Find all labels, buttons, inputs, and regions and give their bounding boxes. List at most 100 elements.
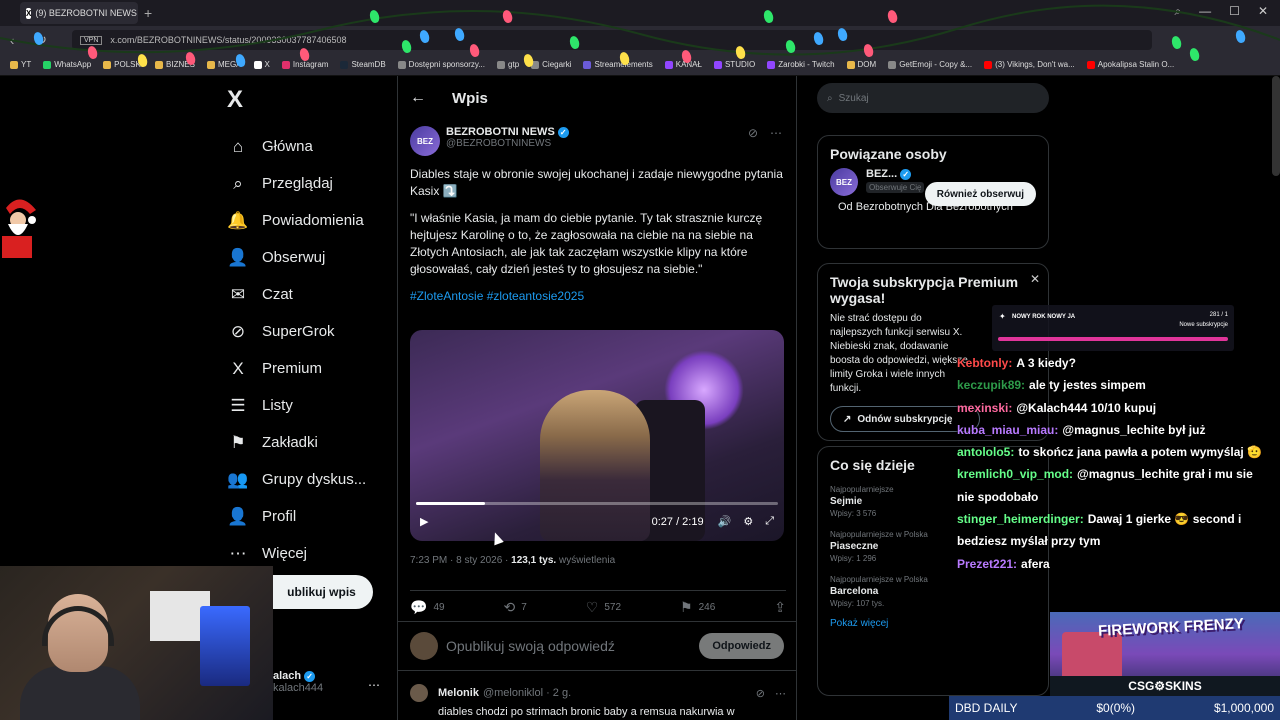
chat-user: Prezet221: — [957, 556, 1018, 571]
reply-author-handle: @meloniklol · 2 g. — [482, 687, 572, 699]
share-icon: ⇪ — [774, 599, 786, 615]
verified-icon: ✓ — [900, 168, 912, 180]
nav-item-label: Listy — [262, 397, 293, 414]
show-more-link[interactable]: Pokaż więcej — [818, 614, 1048, 637]
avatar[interactable]: BEZ — [830, 168, 858, 196]
nav-item-premium[interactable]: X Premium — [227, 350, 366, 387]
nav-item-communities[interactable]: 👥 Grupy dyskus... — [227, 461, 366, 498]
santa-icon — [2, 199, 36, 258]
related-name: BEZ... ✓ — [866, 168, 924, 180]
settings-icon[interactable]: ⚙ — [743, 515, 753, 528]
nav-item-follow[interactable]: 👤 Obserwuj — [227, 239, 366, 276]
tweet-author[interactable]: BEZ BEZROBOTNI NEWS ✓ @BEZROBOTNINEWS — [410, 126, 569, 156]
nav-item-label: Profil — [262, 508, 297, 525]
reply-submit-button[interactable]: Odpowiedz — [699, 633, 784, 659]
list-icon: ☰ — [230, 395, 246, 415]
more-icon[interactable]: ⋯ — [775, 687, 786, 700]
close-icon[interactable]: ✕ — [1030, 272, 1040, 286]
nav-item-profile[interactable]: 👤 Profil — [227, 498, 366, 535]
related-people-card: Powiązane osoby BEZ BEZ... ✓ Obserwuje Ci… — [817, 135, 1049, 249]
avatar[interactable] — [410, 684, 428, 702]
nav-item-home[interactable]: ⌂ Główna — [227, 128, 366, 165]
arrow-icon: ↗ — [843, 413, 852, 425]
chat-message: Kebtonly: A 3 kiedy? — [957, 356, 1076, 370]
search-placeholder: Szukaj — [838, 92, 869, 104]
goal-progress-bar — [998, 337, 1228, 341]
tweet-text: Diables staje w obronie swojej ukochanej… — [410, 166, 786, 315]
nav-item-bookmarks[interactable]: ⚑ Zakładki — [227, 424, 366, 461]
trend-item[interactable]: Najpopularniejsze w Polska Barcelona Wpi… — [818, 569, 1048, 614]
reply-author-name[interactable]: Melonik — [438, 687, 479, 699]
author-handle[interactable]: @BEZROBOTNINEWS — [446, 138, 569, 149]
author-name[interactable]: BEZROBOTNI NEWS ✓ — [446, 126, 569, 138]
chat-user: antololo5: — [957, 445, 1015, 460]
video-time: 0:27 / 2:19 — [651, 515, 704, 528]
x-logo-icon[interactable]: X — [227, 86, 243, 114]
webcam-pc — [200, 606, 250, 686]
back-arrow-icon[interactable]: ← — [410, 89, 426, 107]
sponsor-banner: FIREWORK FRENZY CSG⚙SKINS — [1050, 612, 1280, 696]
chat-user: kuba_miau_miau: — [957, 422, 1059, 437]
streamer-webcam — [0, 566, 273, 720]
search-input[interactable]: ⌕ Szukaj — [817, 83, 1049, 113]
nav-item-supergrok[interactable]: ⊘ SuperGrok — [227, 313, 366, 350]
repost-button[interactable]: ⟲ 7 — [504, 599, 527, 616]
chat-message: stinger_heimerdinger: Dawaj 1 gierke 😎 se… — [957, 512, 1242, 549]
page-scrollbar[interactable] — [1272, 76, 1280, 176]
profile-handle: kalach444 — [273, 682, 324, 694]
repost-icon: ⟲ — [503, 599, 516, 615]
reply-tweet[interactable]: Melonik @meloniklol · 2 g. ⊘ ⋯ diables ch… — [410, 684, 786, 718]
nav-item-label: Powiadomienia — [262, 212, 364, 229]
nav-item-label: Grupy dyskus... — [262, 471, 367, 488]
people-icon: 👥 — [227, 469, 249, 489]
fullscreen-icon[interactable]: ⤢ — [765, 515, 774, 528]
bell-icon: 🔔 — [227, 210, 249, 230]
chat-user: Kebtonly: — [957, 356, 1013, 370]
nav-item-notifications[interactable]: 🔔 Powiadomienia — [227, 202, 366, 239]
page-title: Wpis — [452, 89, 488, 107]
tweet-actions-top: ⊘ ⋯ — [748, 126, 782, 140]
verified-icon: ✓ — [304, 670, 316, 682]
chat-user: stinger_heimerdinger: — [957, 512, 1084, 527]
nav-item-chat[interactable]: ✉ Czat — [227, 276, 366, 313]
nav-item-lists[interactable]: ☰ Listy — [227, 387, 366, 424]
search-icon: ⌕ — [827, 92, 833, 104]
grok-icon: ⊘ — [230, 321, 246, 341]
reply-button[interactable]: 💬 49 — [410, 599, 445, 616]
video-player[interactable]: ▶ 0:27 / 2:19 🔊 ⚙ ⤢ — [410, 330, 784, 541]
x-icon: X — [232, 358, 244, 378]
chat-message: kremlich0_vip_mod: @magnus_lechite grał i… — [957, 467, 1253, 504]
sponsor-name: CSG⚙SKINS — [1050, 676, 1280, 696]
stream-chat: Kebtonly: A 3 kiedy? keczupik89: ale ty je… — [957, 352, 1272, 575]
nav-item-explore[interactable]: ⌕ Przeglądaj — [227, 165, 366, 202]
bookmark-button[interactable]: ⚑ 246 — [680, 599, 715, 616]
reply-text: diables chodzi po strimach bronic baby a… — [438, 706, 735, 718]
follow-back-button[interactable]: Również obserwuj — [924, 182, 1036, 206]
more-icon[interactable]: ⋯ — [368, 678, 380, 692]
tweet-paragraph: Diables staje w obronie swojej ukochanej… — [410, 167, 783, 198]
more-circle-icon: ⋯ — [229, 543, 247, 563]
more-icon[interactable]: ⋯ — [770, 126, 782, 140]
reply-composer: Opublikuj swoją odpowiedź Odpowiedz — [398, 621, 796, 671]
share-button[interactable]: ⇪ — [774, 599, 786, 616]
envelope-icon: ✉ — [230, 284, 246, 304]
main-column: ← Wpis BEZ BEZROBOTNI NEWS ✓ @BEZROBOTNIN… — [397, 76, 797, 720]
goal-target: $1,000,000 — [1213, 701, 1274, 715]
chat-message: Prezet221: afera — [957, 556, 1050, 571]
hashtag-links[interactable]: #ZloteAntosie #zloteantosie2025 — [410, 288, 786, 305]
card-title: Powiązane osoby — [830, 146, 947, 162]
like-button[interactable]: ♡ 572 — [586, 599, 621, 616]
reply-input[interactable]: Opublikuj swoją odpowiedź — [446, 638, 615, 654]
avatar[interactable]: BEZ — [410, 126, 440, 156]
video-progress-bar[interactable] — [416, 502, 778, 505]
play-icon[interactable]: ▶ — [420, 515, 428, 528]
subscription-goal-widget: ✦ NOWY ROK NOWY JA 281 / 1 Nowe subskrypc… — [992, 305, 1234, 351]
volume-icon[interactable]: 🔊 — [718, 515, 732, 528]
account-switcher[interactable]: alach ✓ kalach444 — [273, 670, 323, 694]
reply-icon: 💬 — [410, 599, 428, 615]
goal-count: 281 / 1 Nowe subskrypcje — [1179, 312, 1228, 328]
grok-icon[interactable]: ⊘ — [748, 126, 758, 140]
left-navigation: ⌂ Główna ⌕ Przeglądaj 🔔 Powiadomienia 👤 Obse… — [227, 128, 366, 572]
grok-icon[interactable]: ⊘ — [756, 687, 765, 700]
chat-user: kremlich0_vip_mod: — [957, 467, 1074, 482]
